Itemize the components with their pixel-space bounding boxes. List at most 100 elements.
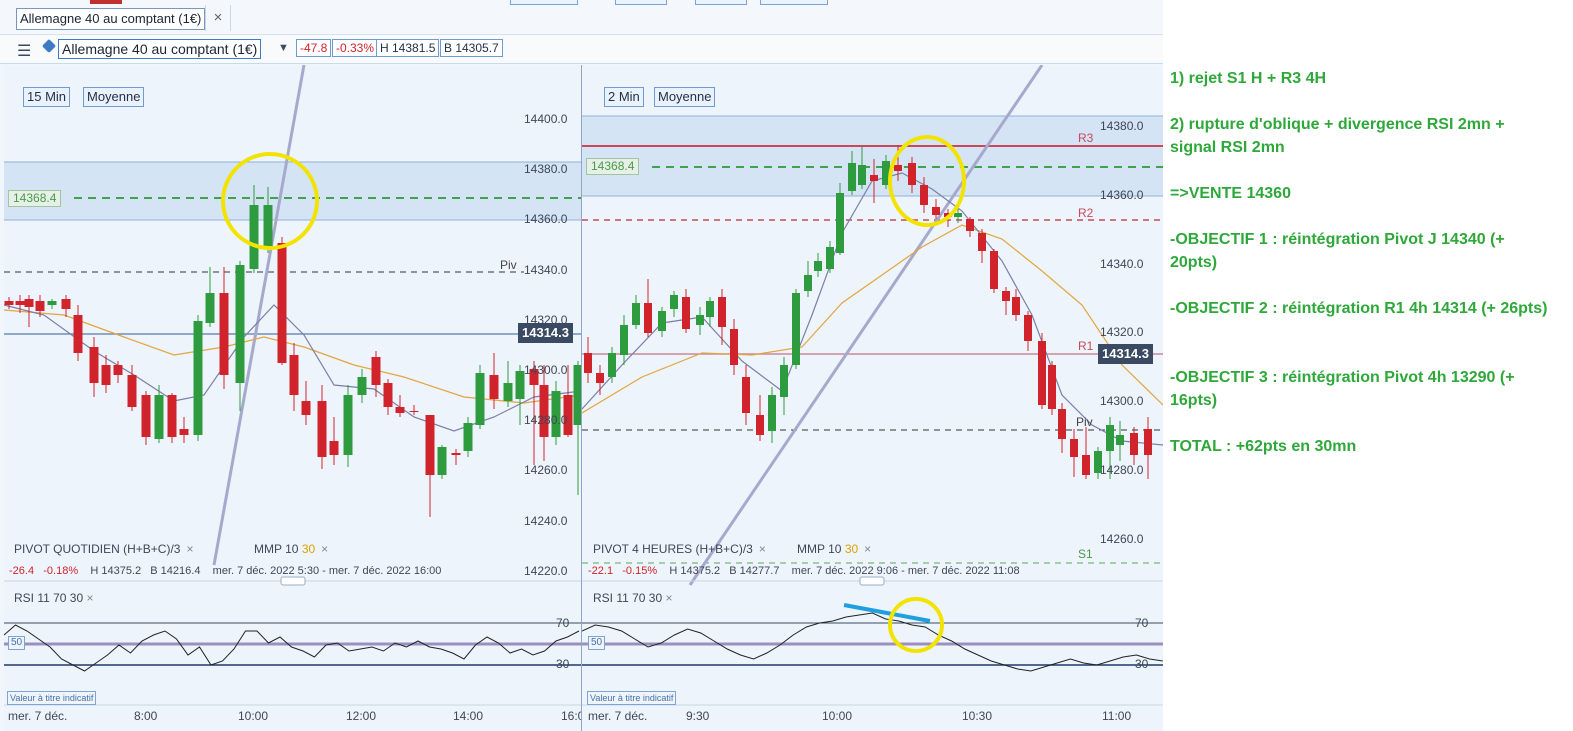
change-percent: -0.33%: [332, 39, 379, 57]
trading-app: Allemagne 40 au comptant (1€) × ☰ Allema…: [0, 0, 1163, 731]
candle-body: [966, 219, 974, 231]
candle-body: [463, 423, 473, 451]
toolbar-stub[interactable]: [615, 0, 667, 5]
info-low: B 14216.4: [150, 565, 201, 577]
x-tick: 12:00: [346, 709, 377, 723]
candle-body: [357, 377, 367, 395]
candle-body: [47, 301, 57, 305]
timeframe-button[interactable]: 15 Min: [23, 87, 71, 107]
x-tick: 8:00: [134, 709, 158, 723]
candle-body: [489, 375, 499, 399]
info-range: mer. 7 déc. 2022 5:30 - mer. 7 déc. 2022…: [212, 565, 442, 577]
candle-body: [277, 243, 287, 363]
mmp-legend[interactable]: MMP 10 30 ×: [797, 542, 871, 556]
annotation-6: -OBJECTIF 3 : réintégration Pivot 4h 132…: [1170, 369, 1515, 409]
candle-body: [113, 365, 123, 375]
ma-slow-line: [582, 224, 1163, 414]
candle-body: [682, 297, 690, 329]
pivot-label: Piv: [500, 258, 517, 272]
chart-pane-15min[interactable]: 15 Min Moyenne 14368.4 Piv 14314.3 14400…: [4, 65, 581, 731]
y-tick: 14220.0: [524, 563, 568, 578]
candle-body: [539, 385, 549, 437]
close-icon[interactable]: ×: [759, 542, 766, 556]
candle-body: [289, 355, 299, 395]
chart-canvas[interactable]: [4, 65, 581, 731]
instrument-tab[interactable]: Allemagne 40 au comptant (1€): [16, 8, 206, 30]
candle-body: [1058, 409, 1066, 439]
candle-body: [792, 293, 800, 365]
average-button[interactable]: Moyenne: [83, 87, 145, 107]
mmp-legend-text: MMP 10: [797, 542, 842, 556]
candle-body: [451, 453, 461, 455]
pivot-legend[interactable]: PIVOT QUOTIDIEN (H+B+C)/3 ×: [14, 542, 194, 556]
annotation-4: -OBJECTIF 1 : réintégration Pivot J 1434…: [1170, 231, 1505, 271]
hamburger-icon[interactable]: ☰: [17, 41, 31, 61]
y-tick: 14340.0: [1100, 256, 1144, 271]
y-tick: 14280.0: [524, 413, 568, 428]
candle-body: [742, 377, 750, 413]
candle-body: [1106, 425, 1114, 451]
mmp-period-2: 30: [301, 542, 316, 556]
tag-icon: [41, 38, 57, 54]
r1-label: R1: [1078, 339, 1094, 353]
candle-body: [836, 193, 844, 253]
chevron-down-icon[interactable]: ▼: [278, 42, 289, 54]
candle-body: [1038, 341, 1046, 405]
x-tick: 11:00: [1102, 709, 1132, 723]
chart-canvas[interactable]: [582, 65, 1163, 731]
close-icon[interactable]: ×: [666, 591, 673, 605]
candle-body: [425, 415, 435, 475]
info-change: -22.1: [588, 565, 614, 577]
close-icon[interactable]: ×: [186, 542, 193, 556]
candle-body: [768, 395, 776, 431]
toolbar-stub[interactable]: [760, 0, 828, 5]
candle-body: [848, 163, 856, 191]
info-change: -26.4: [9, 565, 35, 577]
toolbar-stub[interactable]: [510, 0, 578, 5]
mmp-period-2: 30: [844, 542, 859, 556]
candle-body: [167, 395, 177, 437]
candle-body: [1082, 455, 1090, 475]
y-tick: 14280.0: [1100, 463, 1144, 477]
close-icon[interactable]: ×: [87, 591, 94, 605]
candle-body: [573, 365, 581, 425]
candle-body: [670, 295, 678, 309]
mmp-legend[interactable]: MMP 10 30 ×: [254, 542, 328, 556]
close-icon[interactable]: ×: [321, 542, 328, 556]
low-value: B 14305.7: [440, 39, 503, 57]
zone-label: 14368.4: [8, 190, 62, 207]
instrument-selector[interactable]: Allemagne 40 au comptant (1€): [58, 39, 262, 59]
rsi-tick-70: 70: [1135, 616, 1149, 630]
rsi-tick-70: 70: [556, 616, 570, 630]
candle-body: [920, 185, 928, 205]
rsi-legend[interactable]: RSI 11 70 30 ×: [593, 591, 673, 605]
candle-body: [154, 395, 164, 439]
close-icon[interactable]: ×: [864, 542, 871, 556]
info-percent: -0.18%: [43, 565, 79, 577]
rsi-legend[interactable]: RSI 11 70 30 ×: [14, 591, 94, 605]
x-tick: 14:00: [453, 709, 484, 723]
chart-pane-2min[interactable]: 2 Min Moyenne 14368.4 R3 R2 R1 Piv S1 14…: [582, 65, 1163, 731]
candle-body: [780, 365, 788, 397]
candle-body: [395, 407, 405, 413]
candle-body: [1116, 435, 1124, 445]
info-range: mer. 7 déc. 2022 9:06 - mer. 7 déc. 2022…: [791, 565, 1020, 577]
candle-body: [61, 299, 71, 309]
info-low: B 14277.7: [729, 565, 780, 577]
candle-body: [870, 175, 878, 181]
y-tick: 14260.0: [524, 463, 568, 478]
candle-body: [219, 293, 229, 375]
candle-body: [437, 447, 447, 475]
pivot-legend[interactable]: PIVOT 4 HEURES (H+B+C)/3 ×: [593, 542, 766, 556]
candle-body: [343, 395, 353, 455]
y-tick: 14240.0: [524, 513, 568, 528]
close-icon[interactable]: ×: [205, 5, 231, 31]
timeframe-button[interactable]: 2 Min: [604, 87, 644, 107]
candle-body: [858, 165, 866, 185]
candle-body: [73, 315, 83, 353]
resistance-zone: [582, 116, 1163, 196]
toolbar-stub[interactable]: [695, 0, 747, 5]
high-value: H 14381.5: [376, 39, 440, 57]
x-tick: 10:00: [238, 709, 269, 723]
average-button[interactable]: Moyenne: [654, 87, 716, 107]
